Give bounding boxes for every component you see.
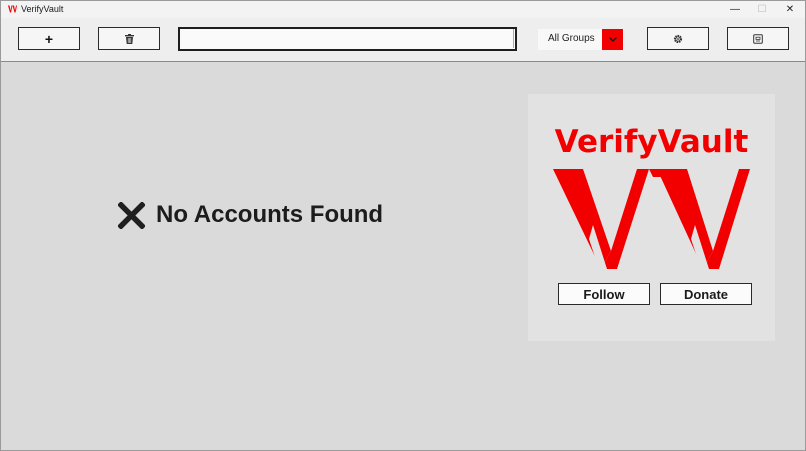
window-title: VerifyVault bbox=[21, 4, 64, 14]
export-icon bbox=[753, 33, 763, 44]
follow-label: Follow bbox=[583, 286, 625, 302]
empty-message: No Accounts Found bbox=[156, 201, 384, 228]
maximize-button[interactable]: ☐ bbox=[748, 1, 776, 18]
title-bar: VerifyVault — ☐ ✕ bbox=[1, 1, 805, 18]
export-button[interactable] bbox=[727, 27, 789, 50]
minimize-button[interactable]: — bbox=[721, 1, 749, 18]
group-select[interactable]: All Groups bbox=[538, 29, 624, 50]
empty-state: No Accounts Found bbox=[118, 201, 383, 229]
verifyvault-logo bbox=[553, 169, 750, 269]
delete-button[interactable] bbox=[98, 27, 160, 50]
close-button[interactable]: ✕ bbox=[776, 1, 804, 18]
settings-button[interactable] bbox=[647, 27, 709, 50]
group-select-value: All Groups bbox=[548, 33, 595, 44]
gear-icon bbox=[673, 34, 683, 43]
search-input[interactable] bbox=[178, 27, 517, 51]
trash-icon bbox=[124, 33, 134, 44]
app-logo-icon bbox=[8, 5, 17, 13]
brand-panel: VerifyVault Follow Donate bbox=[528, 94, 775, 341]
donate-button[interactable]: Donate bbox=[660, 283, 752, 305]
add-account-button[interactable]: + bbox=[18, 27, 80, 50]
follow-button[interactable]: Follow bbox=[558, 283, 650, 305]
group-dropdown-button[interactable] bbox=[602, 29, 623, 50]
chevron-down-icon bbox=[608, 37, 617, 42]
add-button-label: + bbox=[44, 30, 54, 47]
brand-title: VerifyVault bbox=[554, 124, 749, 160]
toolbar: + All Groups bbox=[1, 18, 805, 62]
donate-label: Donate bbox=[683, 286, 729, 302]
app-window: VerifyVault — ☐ ✕ + All Groups No Accoun… bbox=[0, 0, 806, 451]
x-icon bbox=[118, 201, 145, 229]
